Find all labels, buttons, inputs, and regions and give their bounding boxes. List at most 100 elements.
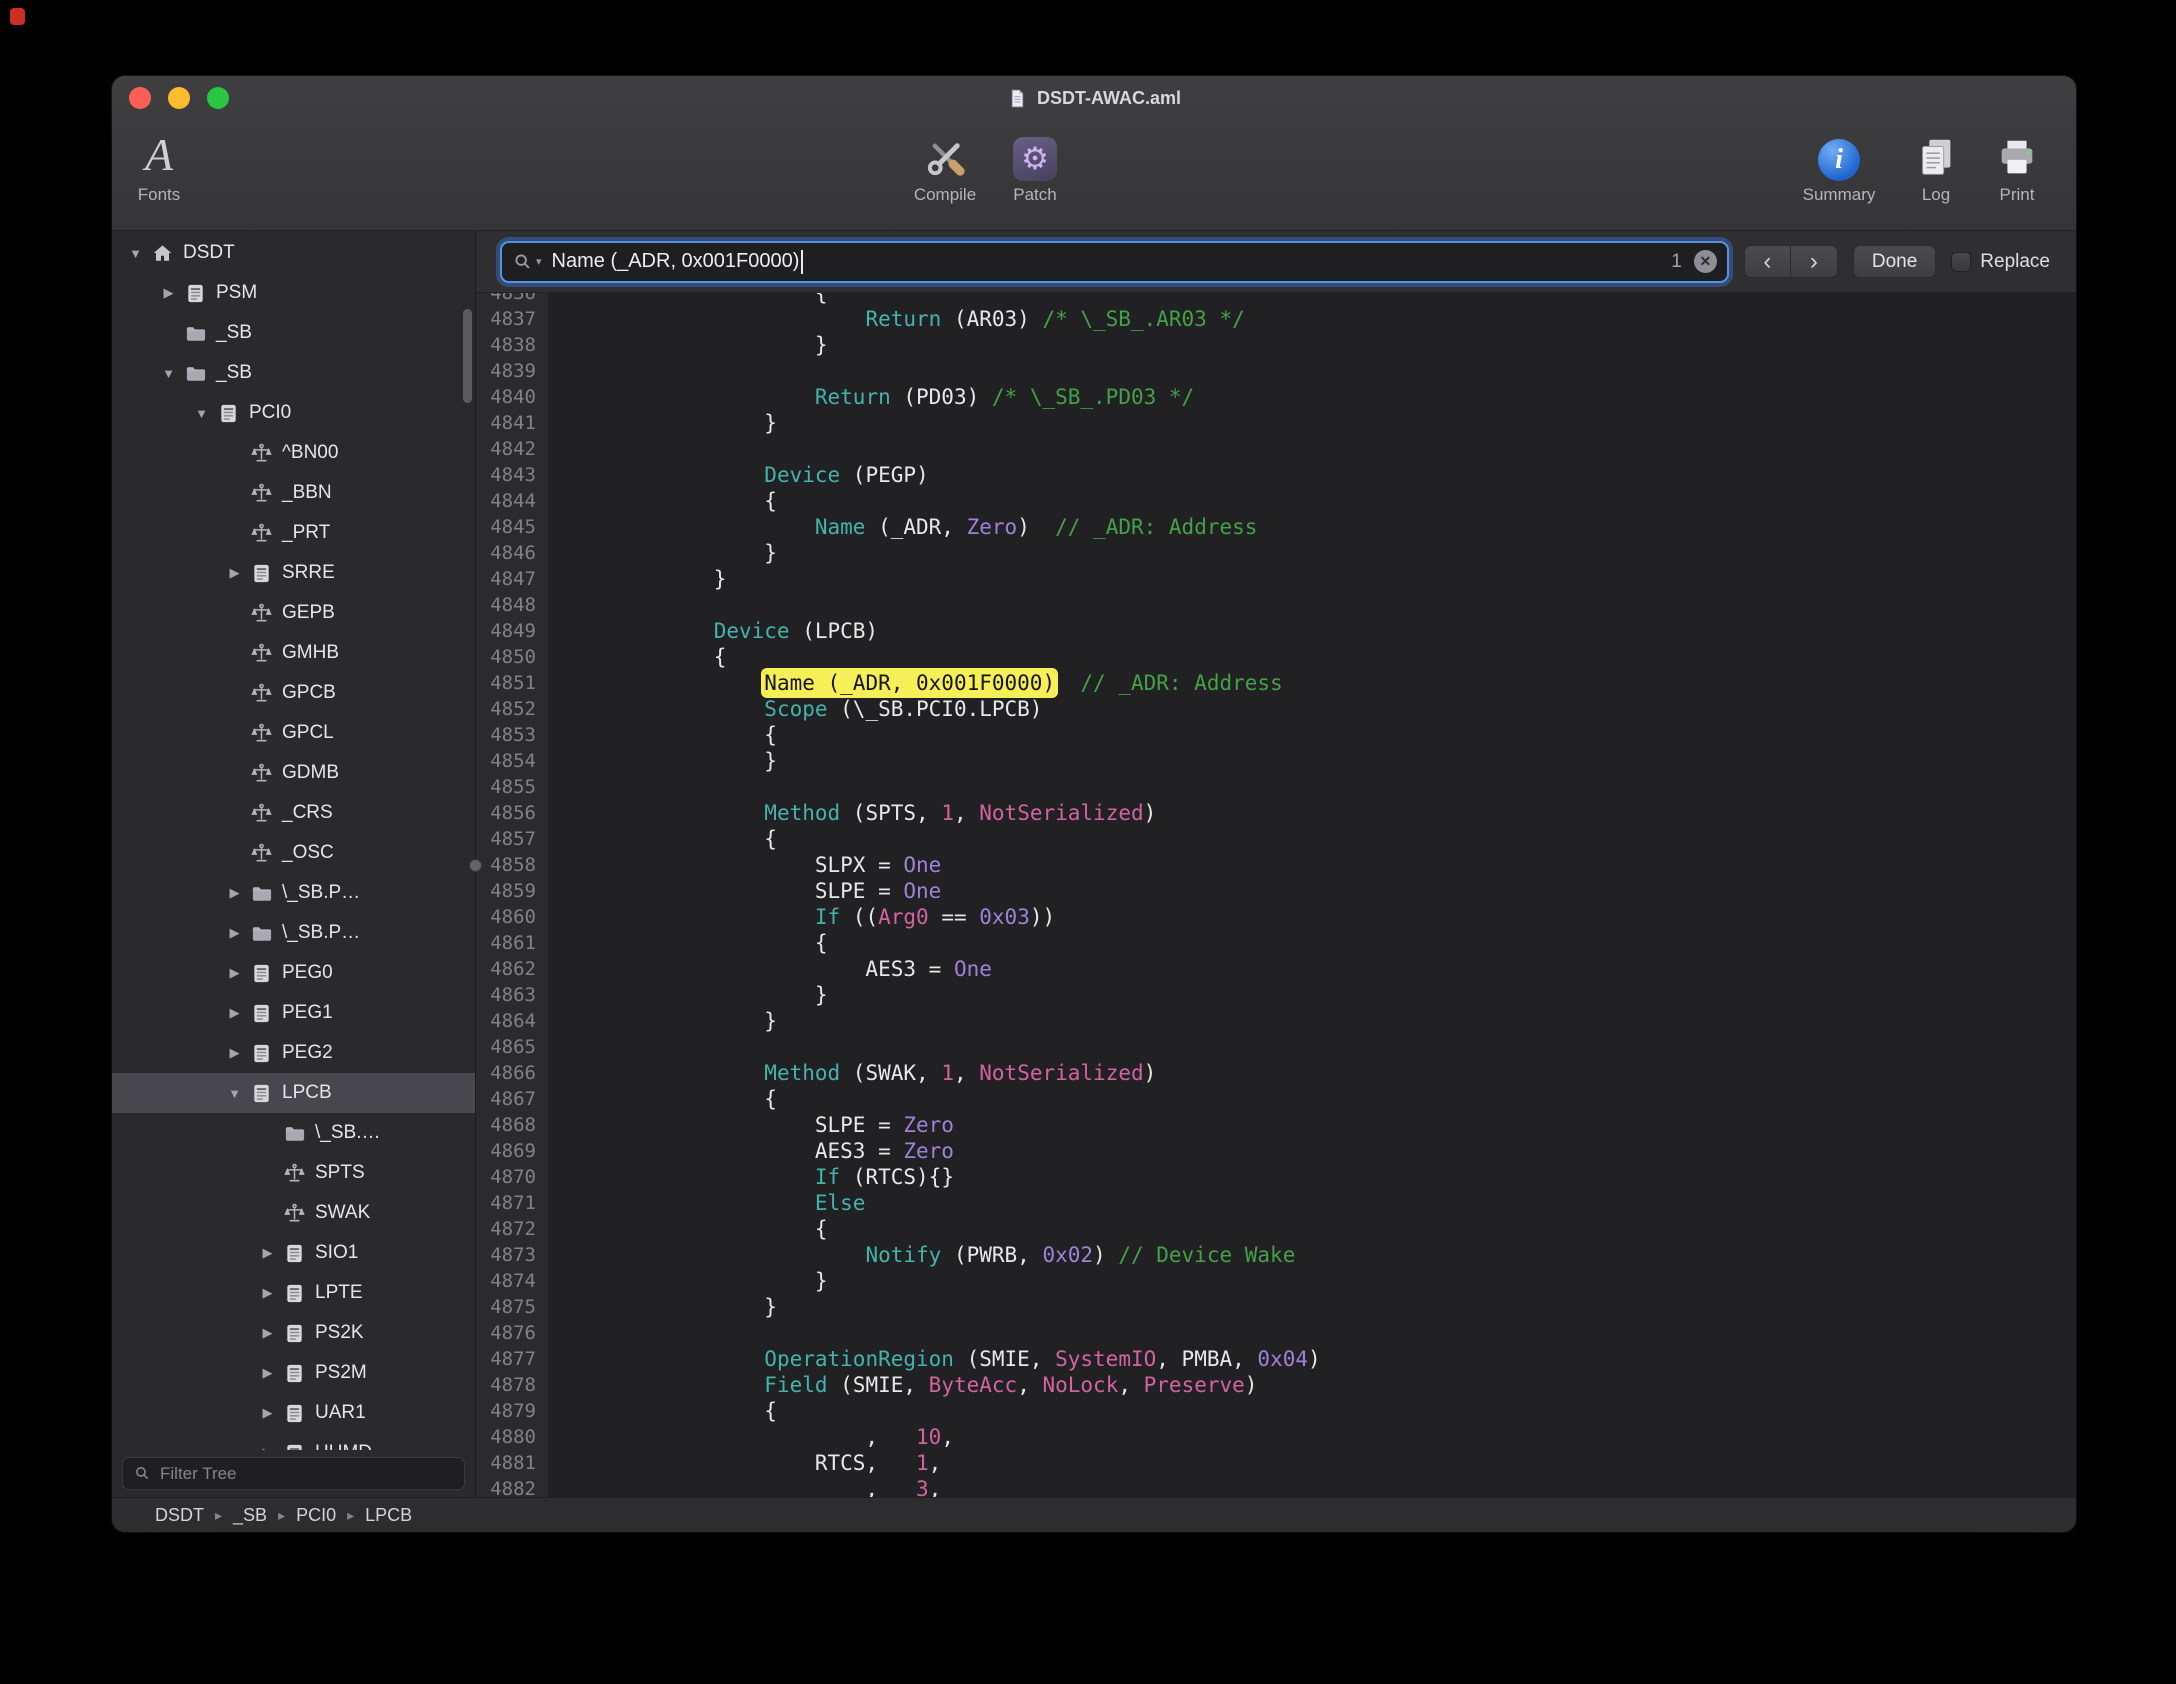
disclosure-triangle[interactable]: ▶ [254,1325,281,1341]
disclosure-triangle[interactable]: ▶ [155,285,182,301]
line-number: 4870 [476,1164,548,1190]
desktop-background: DSDT-AWAC.aml A Fonts [0,0,2176,1684]
code-line-4837: 4837 Return (AR03) /* \_SB_.AR03 */ [476,306,2076,332]
disclosure-triangle[interactable]: ▼ [122,246,149,261]
code-line-4866: 4866 Method (SWAK, 1, NotSerialized) [476,1060,2076,1086]
disclosure-triangle[interactable]: ▶ [254,1245,281,1261]
sidebar-item-gmhb[interactable]: GMHB [112,633,475,673]
minimize-button[interactable] [168,87,190,109]
sidebar-item-osc[interactable]: _OSC [112,833,475,873]
breadcrumb-item-sb[interactable]: _SB [233,1505,267,1526]
search-menu-icon[interactable]: ▾ [512,251,542,273]
disclosure-triangle[interactable]: ▶ [254,1405,281,1421]
code-line-4875: 4875 } [476,1294,2076,1320]
sidebar-item-ps2m[interactable]: ▶PS2M [112,1353,475,1393]
sidebar-item-bbn[interactable]: _BBN [112,473,475,513]
code-line-4868: 4868 SLPE = Zero [476,1112,2076,1138]
sidebar-item-humd[interactable]: ▶HUMD [112,1433,475,1450]
sidebar-item-sio1[interactable]: ▶SIO1 [112,1233,475,1273]
sidebar-item-gdmb[interactable]: GDMB [112,753,475,793]
sidebar-item-peg1[interactable]: ▶PEG1 [112,993,475,1033]
fonts-button[interactable]: A Fonts [112,125,224,205]
disclosure-triangle[interactable]: ▶ [221,1005,248,1021]
sidebar-item-sbp[interactable]: ▶\_SB.P… [112,913,475,953]
disclosure-triangle[interactable]: ▶ [221,885,248,901]
zoom-button[interactable] [207,87,229,109]
sidebar-item-spts[interactable]: SPTS [112,1153,475,1193]
code-line-4849: 4849 Device (LPCB) [476,618,2076,644]
line-number: 4877 [476,1346,548,1372]
patch-button[interactable]: ⚙ Patch [970,125,1100,205]
sidebar-item-prt[interactable]: _PRT [112,513,475,553]
next-match-button[interactable]: › [1791,245,1838,278]
sidebar-item-lpcb[interactable]: ▼LPCB [112,1073,475,1113]
sidebar-item-srre[interactable]: ▶SRRE [112,553,475,593]
table-icon [248,1082,275,1105]
table-icon [182,282,209,305]
disclosure-triangle[interactable]: ▼ [221,1086,248,1101]
code-line-4879: 4879 { [476,1398,2076,1424]
code-line-4871: 4871 Else [476,1190,2076,1216]
line-number: 4869 [476,1138,548,1164]
sidebar-item-sb[interactable]: \_SB.… [112,1113,475,1153]
sidebar-item-swak[interactable]: SWAK [112,1193,475,1233]
sidebar-item-pci0[interactable]: ▼PCI0 [112,393,475,433]
sidebar-scrollbar[interactable] [463,309,472,403]
find-bar: ▾ Name (_ADR, 0x001F0000) 1 ✕ ‹ › Done [476,231,2076,293]
previous-match-button[interactable]: ‹ [1744,245,1791,278]
sidebar-item-crs[interactable]: _CRS [112,793,475,833]
disclosure-triangle[interactable]: ▶ [254,1285,281,1301]
sidebar-item-peg0[interactable]: ▶PEG0 [112,953,475,993]
sidebar-item-uar1[interactable]: ▶UAR1 [112,1393,475,1433]
sidebar-item-gpcl[interactable]: GPCL [112,713,475,753]
sidebar-item-gpcb[interactable]: GPCB [112,673,475,713]
code-line-4850: 4850 { [476,644,2076,670]
code-line-4840: 4840 Return (PD03) /* \_SB_.PD03 */ [476,384,2076,410]
line-number: 4843 [476,462,548,488]
sidebar-item-gepb[interactable]: GEPB [112,593,475,633]
code-editor[interactable]: 4836 {4837 Return (AR03) /* \_SB_.AR03 *… [476,293,2076,1497]
code-line-4853: 4853 { [476,722,2076,748]
breadcrumb-item-lpcb[interactable]: LPCB [365,1505,412,1526]
magnifier-icon [133,1464,152,1483]
sidebar-item-psm[interactable]: ▶PSM [112,273,475,313]
filter-tree-input[interactable]: Filter Tree [122,1457,465,1490]
sidebar-item-sb[interactable]: ▼_SB [112,353,475,393]
replace-toggle[interactable]: Replace [1951,251,2050,273]
clear-search-button[interactable]: ✕ [1694,250,1717,273]
disclosure-triangle[interactable]: ▶ [221,1045,248,1061]
replace-checkbox[interactable] [1951,252,1971,272]
disclosure-triangle[interactable]: ▶ [221,965,248,981]
sidebar-item-lpte[interactable]: ▶LPTE [112,1273,475,1313]
split-handle[interactable] [469,859,482,872]
sidebar-item-sb[interactable]: _SB [112,313,475,353]
disclosure-triangle[interactable]: ▶ [221,925,248,941]
method-icon [248,722,275,745]
sidebar-item-dsdt[interactable]: ▼DSDT [112,233,475,273]
line-number: 4848 [476,592,548,618]
print-button[interactable]: Print [1952,125,2076,205]
breadcrumb-item-pci0[interactable]: PCI0 [296,1505,336,1526]
line-number: 4859 [476,878,548,904]
disclosure-triangle[interactable]: ▼ [188,406,215,421]
sidebar-item-bn00[interactable]: ^BN00 [112,433,475,473]
line-number: 4851 [476,670,548,696]
line-number: 4846 [476,540,548,566]
line-number: 4850 [476,644,548,670]
line-number: 4841 [476,410,548,436]
search-input[interactable]: ▾ Name (_ADR, 0x001F0000) 1 ✕ [500,241,1729,283]
disclosure-triangle[interactable]: ▼ [155,366,182,381]
code-line-4872: 4872 { [476,1216,2076,1242]
method-icon [248,802,275,825]
disclosure-triangle[interactable]: ▶ [254,1365,281,1381]
breadcrumb-item-dsdt[interactable]: DSDT [155,1505,204,1526]
disclosure-triangle[interactable]: ▶ [221,565,248,581]
close-button[interactable] [129,87,151,109]
acpi-tree[interactable]: ▼DSDT▶PSM_SB▼_SB▼PCI0^BN00_BBN_PRT▶SRREG… [112,231,475,1450]
sidebar-item-peg2[interactable]: ▶ PEG2 [112,1033,475,1073]
toolbar: A Fonts Compile [112,120,2076,230]
sidebar-item-label: PEG2 [282,1042,333,1064]
sidebar-item-sbp[interactable]: ▶\_SB.P… [112,873,475,913]
done-button[interactable]: Done [1853,245,1936,278]
sidebar-item-ps2k[interactable]: ▶PS2K [112,1313,475,1353]
